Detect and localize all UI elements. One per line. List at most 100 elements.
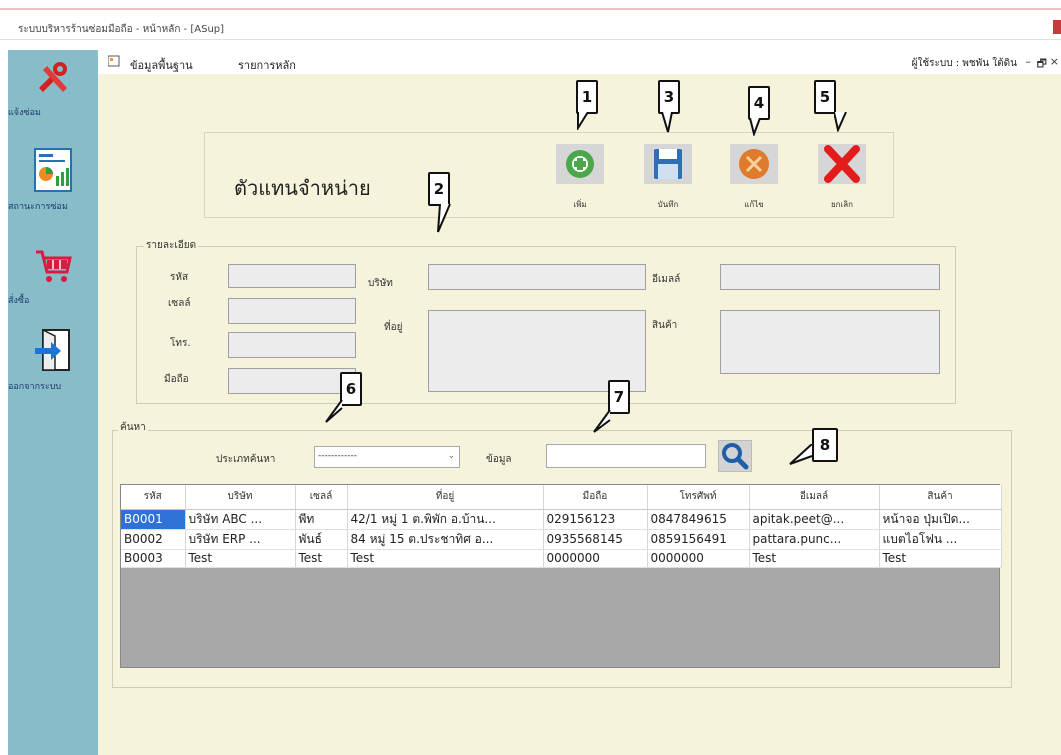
callout-5-pointer bbox=[834, 112, 847, 132]
company-label: บริษัท bbox=[368, 278, 393, 289]
page-title: ตัวแทนจำหน่าย bbox=[234, 176, 371, 200]
phone-field[interactable] bbox=[228, 332, 356, 358]
window-titlebar: ระบบบริหารร้านซ่อมมือถือ - หน้าหลัก - [A… bbox=[0, 0, 1061, 40]
status-report-icon bbox=[34, 148, 72, 192]
sidebar: แจ้งซ่อม สถานะการซ่อม สั่งซื้อ ออกจากระบ… bbox=[8, 50, 98, 755]
cell-phone[interactable]: 0847849615 bbox=[647, 509, 750, 530]
product-field[interactable] bbox=[720, 310, 940, 374]
table-header-row: รหัส บริษัท เซลล์ ที่อยู่ มือถือ โทรศัพท… bbox=[121, 485, 1002, 510]
callout-3: 3 bbox=[658, 80, 680, 114]
col-header-product[interactable]: สินค้า bbox=[879, 485, 1002, 510]
add-button-label: เพิ่ม bbox=[573, 200, 587, 209]
sidebar-item-label: ออกจากระบบ bbox=[8, 382, 62, 392]
cell-product[interactable]: Test bbox=[879, 549, 1002, 568]
col-header-email[interactable]: อีเมลล์ bbox=[749, 485, 880, 510]
search-group-title: ค้นหา bbox=[118, 420, 148, 435]
cell-product[interactable]: แบตไอโฟน ... bbox=[879, 529, 1002, 550]
sale-field[interactable] bbox=[228, 298, 356, 324]
save-button[interactable] bbox=[644, 144, 692, 184]
cancel-icon bbox=[824, 145, 860, 183]
table-row[interactable]: B0001 บริษัท ABC ... พีท 42/1 หมู่ 1 ต.พ… bbox=[121, 509, 1002, 530]
search-data-label: ข้อมูล bbox=[486, 454, 512, 465]
cell-product[interactable]: หน้าจอ ปุ่มเปิด... bbox=[879, 509, 1002, 530]
sale-label: เซลล์ bbox=[168, 298, 191, 309]
code-field[interactable] bbox=[228, 264, 356, 288]
cell-mobile[interactable]: 0000000 bbox=[543, 549, 648, 568]
sidebar-item-logout[interactable]: ออกจากระบบ bbox=[8, 328, 98, 392]
cell-company[interactable]: บริษัท ERP ... bbox=[185, 529, 296, 550]
top-accent-line bbox=[0, 8, 1061, 10]
search-type-select[interactable]: ------------ ⌄ bbox=[314, 446, 460, 468]
cell-code[interactable]: B0003 bbox=[121, 549, 186, 568]
col-header-mobile[interactable]: มือถือ bbox=[543, 485, 648, 510]
cell-company[interactable]: Test bbox=[185, 549, 296, 568]
search-input[interactable] bbox=[546, 444, 706, 468]
save-button-label: บันทึก bbox=[657, 200, 679, 209]
details-group-title: รายละเอียด bbox=[144, 238, 199, 253]
callout-8: 8 bbox=[812, 428, 838, 462]
add-icon bbox=[566, 150, 594, 178]
cell-phone[interactable]: 0859156491 bbox=[647, 529, 750, 550]
restore-button[interactable]: 🗗 bbox=[1037, 55, 1047, 74]
callout-1-pointer bbox=[577, 112, 589, 130]
add-button[interactable] bbox=[556, 144, 604, 184]
callout-7-pointer bbox=[593, 410, 611, 433]
email-field[interactable] bbox=[720, 264, 940, 290]
sidebar-item-repair[interactable]: แจ้งซ่อม bbox=[8, 56, 98, 118]
mobile-label: มือถือ bbox=[164, 374, 189, 385]
cell-address[interactable]: 42/1 หมู่ 1 ต.พิพัก อ.บ้าน... bbox=[347, 509, 544, 530]
search-icon bbox=[722, 443, 749, 470]
cancel-button[interactable] bbox=[818, 144, 866, 184]
menu-item-basic-data[interactable]: ข้อมูลพื้นฐาน bbox=[130, 56, 193, 74]
edit-button[interactable] bbox=[730, 144, 778, 184]
search-button[interactable] bbox=[718, 440, 752, 472]
cell-mobile[interactable]: 0935568145 bbox=[543, 529, 648, 550]
col-header-company[interactable]: บริษัท bbox=[185, 485, 296, 510]
callout-1: 1 bbox=[576, 80, 598, 114]
cell-mobile[interactable]: 029156123 bbox=[543, 509, 648, 530]
cell-code[interactable]: B0001 bbox=[121, 509, 186, 530]
cell-address[interactable]: 84 หมู่ 15 ต.ประชาทิศ อ... bbox=[347, 529, 544, 550]
main-panel: ตัวแทนจำหน่าย เพิ่ม บันทึก แก้ไข ยกเลิก … bbox=[98, 74, 1061, 755]
menu-bar: ข้อมูลพื้นฐาน รายการหลัก ผู้ใช้ระบบ : พช… bbox=[98, 50, 1061, 74]
cell-company[interactable]: บริษัท ABC ... bbox=[185, 509, 296, 530]
col-header-address[interactable]: ที่อยู่ bbox=[347, 485, 544, 510]
user-info: ผู้ใช้ระบบ : พชพัน ใต้ดิน bbox=[911, 58, 1017, 69]
chevron-down-icon: ⌄ bbox=[447, 451, 455, 461]
cell-email[interactable]: pattara.punc... bbox=[749, 529, 880, 550]
table-row[interactable]: B0003 Test Test Test 0000000 0000000 Tes… bbox=[121, 549, 1002, 568]
menu-form-icon bbox=[108, 55, 120, 67]
col-header-phone[interactable]: โทรศัพท์ bbox=[647, 485, 750, 510]
cell-email[interactable]: Test bbox=[749, 549, 880, 568]
logout-icon bbox=[35, 328, 70, 371]
callout-6-pointer bbox=[325, 400, 343, 423]
menu-item-main-list[interactable]: รายการหลัก bbox=[238, 56, 296, 74]
sidebar-item-label: แจ้งซ่อม bbox=[8, 108, 41, 118]
cell-sale[interactable]: Test bbox=[295, 549, 348, 568]
edit-icon bbox=[739, 149, 769, 179]
window-title: ระบบบริหารร้านซ่อมมือถือ - หน้าหลัก - [A… bbox=[18, 24, 225, 35]
cell-address[interactable]: Test bbox=[347, 549, 544, 568]
window-close-edge[interactable] bbox=[1053, 20, 1061, 34]
cell-sale[interactable]: พีท bbox=[295, 509, 348, 530]
mobile-field[interactable] bbox=[228, 368, 356, 394]
callout-3-pointer bbox=[661, 112, 673, 133]
email-label: อีเมลล์ bbox=[652, 274, 681, 285]
col-header-code[interactable]: รหัส bbox=[121, 485, 186, 510]
search-type-value: ------------ bbox=[318, 451, 357, 461]
sidebar-item-label: สถานะการซ่อม bbox=[8, 202, 68, 212]
sidebar-item-status[interactable]: สถานะการซ่อม bbox=[8, 148, 98, 212]
table-row[interactable]: B0002 บริษัท ERP ... พันธ์ 84 หมู่ 15 ต.… bbox=[121, 529, 1002, 550]
company-field[interactable] bbox=[428, 264, 646, 290]
edit-button-label: แก้ไข bbox=[744, 200, 764, 209]
close-button[interactable]: × bbox=[1050, 55, 1059, 68]
sidebar-item-order[interactable]: สั่งซื้อ bbox=[8, 246, 98, 306]
callout-4-pointer bbox=[749, 118, 761, 136]
cell-phone[interactable]: 0000000 bbox=[647, 549, 750, 568]
col-header-sale[interactable]: เซลล์ bbox=[295, 485, 348, 510]
minimize-button[interactable]: – bbox=[1026, 55, 1032, 68]
cell-sale[interactable]: พันธ์ bbox=[295, 529, 348, 550]
product-label: สินค้า bbox=[652, 320, 678, 331]
cell-code[interactable]: B0002 bbox=[121, 529, 186, 550]
cell-email[interactable]: apitak.peet@... bbox=[749, 509, 880, 530]
